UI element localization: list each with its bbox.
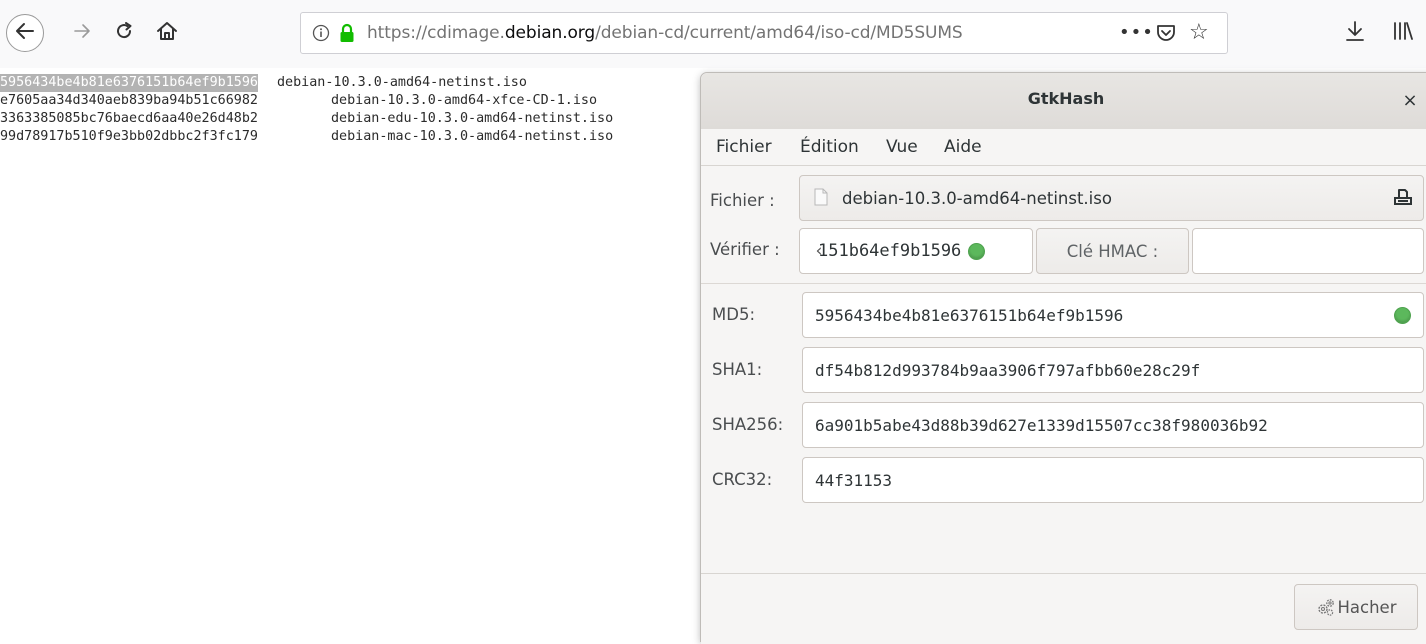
sha1-field[interactable]: df54b812d993784b9aa3906f797afbb60e28c29f <box>802 347 1424 393</box>
checksum-filename: debian-10.3.0-amd64-netinst.iso <box>276 75 527 90</box>
verify-value: 151b64ef9b1596 <box>818 241 962 261</box>
pocket-icon[interactable] <box>1155 22 1179 46</box>
file-chooser-button[interactable]: debian-10.3.0-amd64-netinst.iso <box>799 175 1424 221</box>
home-icon <box>156 21 178 45</box>
more-actions-icon[interactable]: ••• <box>1119 22 1154 43</box>
sha1-label: SHA1: <box>712 360 763 379</box>
window-titlebar[interactable]: GtkHash × <box>701 73 1426 130</box>
checksum-line: 5956434be4b81e6376151b64ef9b1596 debian-1… <box>0 74 613 92</box>
reload-icon <box>114 21 134 45</box>
file-name: debian-10.3.0-amd64-netinst.iso <box>842 188 1112 208</box>
lock-icon[interactable] <box>337 22 357 44</box>
browser-toolbar: https://cdimage.debian.org/debian-cd/cur… <box>0 0 1426 68</box>
close-icon: × <box>1402 89 1418 111</box>
library-button[interactable] <box>1388 16 1418 50</box>
url-path: /debian-cd/current/amd64/iso-cd/MD5SUMS <box>595 23 963 43</box>
md5-match-indicator-icon <box>1394 307 1411 324</box>
checksum-hash: 99d78917b510f9e3bb02dbbc2f3fc179 <box>0 129 258 144</box>
sha256-field[interactable]: 6a901b5abe43d88b39d627e1339d15507cc38f98… <box>802 402 1424 448</box>
md5sums-text: 5956434be4b81e6376151b64ef9b1596 debian-1… <box>0 74 613 146</box>
menu-aide[interactable]: Aide <box>944 137 982 157</box>
checksum-filename: debian-edu-10.3.0-amd64-netinst.iso <box>331 111 614 126</box>
verify-label: Vérifier : <box>710 240 780 259</box>
md5-label: MD5: <box>712 305 755 324</box>
checksum-filename: debian-10.3.0-amd64-xfce-CD-1.iso <box>331 93 598 108</box>
url-text[interactable]: https://cdimage.debian.org/debian-cd/cur… <box>367 23 963 43</box>
forward-button[interactable] <box>66 16 98 50</box>
reload-button[interactable] <box>108 16 140 50</box>
action-bar: Hacher <box>701 573 1426 644</box>
verify-match-indicator-icon <box>968 242 986 260</box>
forward-arrow-icon <box>72 21 92 46</box>
star-icon[interactable]: ☆ <box>1189 20 1209 45</box>
back-button[interactable] <box>6 14 44 52</box>
menu-fichier[interactable]: Fichier <box>716 137 772 157</box>
open-file-icon <box>1393 188 1413 210</box>
md5-field[interactable]: 5956434be4b81e6376151b64ef9b1596 <box>802 292 1424 338</box>
menu-edition[interactable]: Édition <box>800 137 859 157</box>
hmac-key-button[interactable]: Clé HMAC : <box>1036 228 1189 274</box>
url-prefix: https://cdimage. <box>367 23 505 43</box>
separator <box>701 283 1426 284</box>
checksum-filename: debian-mac-10.3.0-amd64-netinst.iso <box>331 129 614 144</box>
checksum-hash: e7605aa34d340aeb839ba94b51c66982 <box>0 93 258 108</box>
checksum-line: 3363385085bc76baecd6aa40e26d48b2 debian-e… <box>0 110 613 128</box>
download-icon <box>1345 20 1365 46</box>
menu-vue[interactable]: Vue <box>886 137 918 157</box>
verify-input[interactable]: ‹ 151b64ef9b1596 <box>799 228 1033 274</box>
window-title: GtkHash <box>1027 89 1105 108</box>
library-icon <box>1392 21 1414 45</box>
menubar: Fichier Édition Vue Aide <box>701 129 1426 166</box>
sha256-label: SHA256: <box>712 415 784 434</box>
file-label: Fichier : <box>710 191 775 210</box>
back-arrow-icon <box>15 22 35 44</box>
close-button[interactable]: × <box>1397 87 1423 113</box>
gears-icon <box>1316 597 1336 617</box>
downloads-button[interactable] <box>1340 16 1370 50</box>
url-domain: debian.org <box>504 23 596 43</box>
file-icon <box>814 188 830 208</box>
gtkhash-window: GtkHash × Fichier Édition Vue Aide Fichi… <box>700 72 1426 644</box>
sha256-value: 6a901b5abe43d88b39d627e1339d15507cc38f98… <box>815 415 1268 435</box>
hash-button[interactable]: Hacher <box>1294 584 1418 630</box>
crc32-label: CRC32: <box>712 470 773 489</box>
hash-button-label: Hacher <box>1337 597 1397 617</box>
md5-value: 5956434be4b81e6376151b64ef9b1596 <box>815 305 1124 325</box>
checksum-hash-selected[interactable]: 5956434be4b81e6376151b64ef9b1596 <box>0 74 258 92</box>
checksum-line: e7605aa34d340aeb839ba94b51c66982 debian-1… <box>0 92 613 110</box>
checksum-line: 99d78917b510f9e3bb02dbbc2f3fc179 debian-m… <box>0 128 613 146</box>
crc32-field[interactable]: 44f31153 <box>802 457 1424 503</box>
url-bar[interactable]: https://cdimage.debian.org/debian-cd/cur… <box>300 12 1228 54</box>
crc32-value: 44f31153 <box>815 470 893 490</box>
sha1-value: df54b812d993784b9aa3906f797afbb60e28c29f <box>815 360 1201 380</box>
hmac-key-label: Clé HMAC : <box>1066 241 1159 261</box>
checksum-hash: 3363385085bc76baecd6aa40e26d48b2 <box>0 111 258 126</box>
info-icon[interactable] <box>311 23 331 43</box>
hmac-key-input[interactable] <box>1192 228 1424 274</box>
home-button[interactable] <box>150 16 184 50</box>
